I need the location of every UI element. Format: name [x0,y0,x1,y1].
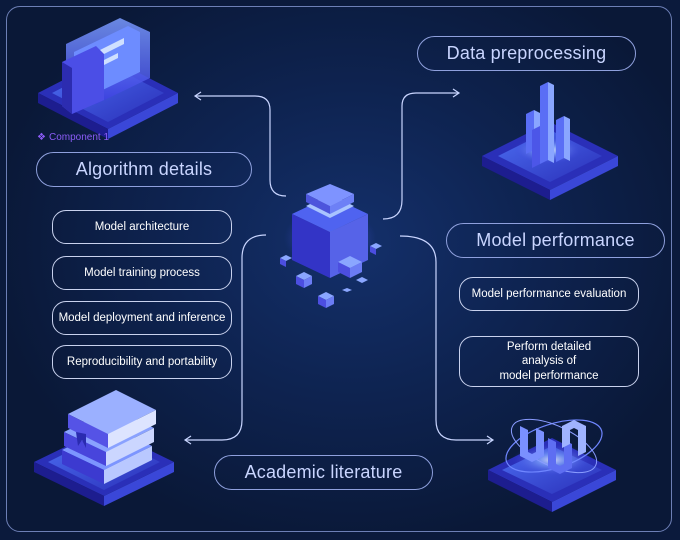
data-preprocessing-title: Data preprocessing [417,36,636,71]
analysis-line-1: Perform detailed [506,340,592,353]
analysis-line-2: analysis of [521,355,577,368]
algorithm-details-title: Algorithm details [36,152,252,187]
model-performance-title: Model performance [446,223,665,258]
component-diamond-icon: ❖ [37,132,46,143]
component-label-text: Component 1 [48,132,110,143]
connector-data [382,92,458,220]
atom-u-icon [488,418,616,512]
item-detailed-analysis: Perform detailed analysis of model perfo… [459,336,639,387]
item-reproducibility: Reproducibility and portability [52,345,232,379]
item-performance-evaluation: Model performance evaluation [459,277,639,311]
item-model-architecture: Model architecture [52,210,232,244]
books-icon [34,390,174,506]
data-cube-icon [280,184,382,308]
academic-literature-title: Academic literature [214,455,433,490]
item-model-training-process: Model training process [52,256,232,290]
component-label: ❖ Component 1 [37,132,109,143]
document-stack-icon [38,18,178,139]
analysis-line-3: model performance [499,369,599,382]
bar-chart-icon [482,82,618,200]
item-model-deployment: Model deployment and inference [52,301,232,335]
